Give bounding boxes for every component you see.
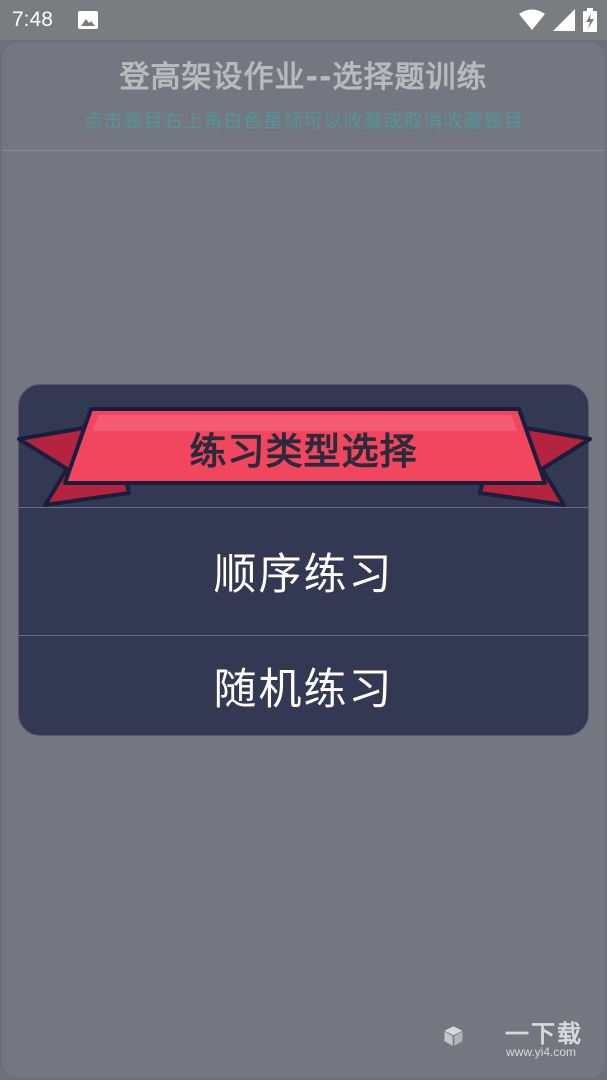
random-practice-option[interactable]: 随机练习 xyxy=(19,636,588,736)
practice-type-dialog: 练习类型选择 顺序练习 随机练习 xyxy=(17,384,592,736)
wifi-icon xyxy=(519,9,545,30)
page-header: 登高架设作业--选择题训练 点击题目右上角白色星标可以收藏或取消收藏题目 xyxy=(2,42,605,151)
sequential-practice-option[interactable]: 顺序练习 xyxy=(19,507,588,636)
page-subtitle: 点击题目右上角白色星标可以收藏或取消收藏题目 xyxy=(83,110,524,132)
status-time: 7:48 xyxy=(12,8,53,31)
battery-icon xyxy=(583,8,597,32)
watermark-url: www.yi4.com xyxy=(506,1045,577,1059)
page-title: 登高架设作业--选择题训练 xyxy=(119,60,488,95)
status-icons xyxy=(519,8,597,32)
signal-icon xyxy=(553,9,575,31)
cube-logo-icon xyxy=(444,1026,463,1046)
watermark-text: 一下载 xyxy=(505,1020,583,1048)
dialog-header: 练习类型选择 xyxy=(17,385,592,508)
image-icon xyxy=(78,11,98,29)
dialog-title: 练习类型选择 xyxy=(189,430,418,473)
status-bar: 7:48 xyxy=(0,0,607,40)
